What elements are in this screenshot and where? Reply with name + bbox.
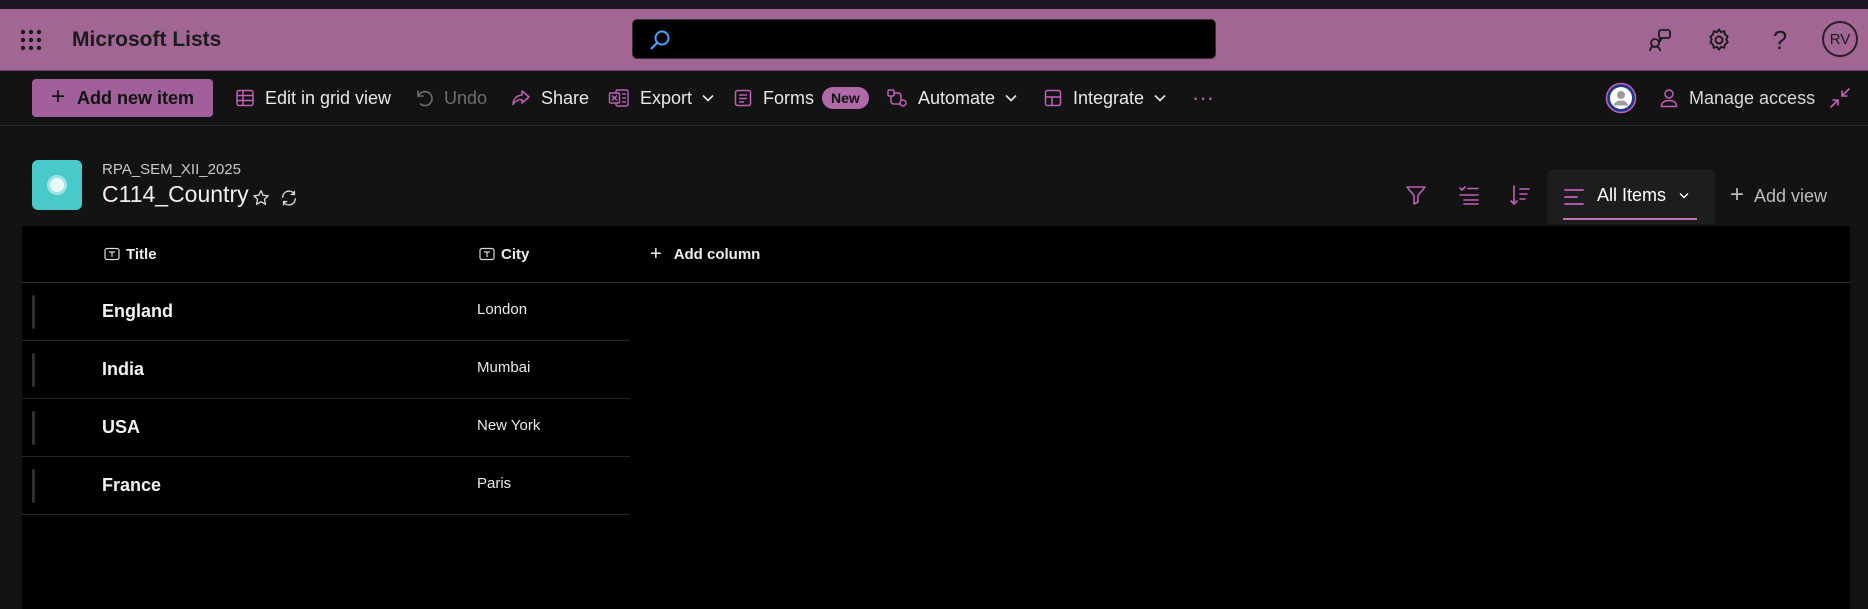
chevron-down-icon [1005,94,1017,102]
plus-icon: + [50,83,65,110]
integrate-icon [1043,88,1063,108]
table-row[interactable]: India Mumbai [22,341,630,399]
text-field-icon [104,247,120,261]
text-field-icon [479,247,495,261]
undo-button[interactable]: Undo [414,71,487,125]
person-icon [1659,88,1679,108]
chevron-down-icon [1679,192,1689,199]
filter-icon[interactable] [1405,184,1427,206]
plus-icon: + [650,242,662,265]
suite-header: Microsoft Lists ? RV [0,9,1868,71]
table-row[interactable]: USA New York [22,399,630,457]
new-badge: New [822,87,869,109]
window-top-strip [0,0,1868,9]
column-header-city[interactable]: City [479,226,529,282]
row-select-handle[interactable] [32,411,35,445]
list-icon [32,160,82,210]
add-column-button[interactable]: + Add column [650,226,760,282]
row-select-handle[interactable] [32,295,35,329]
active-view-indicator [1563,218,1697,220]
row-select-handle[interactable] [32,469,35,503]
list-grid: Title City + Add column England London I… [22,226,1850,609]
command-bar: + Add new item Edit in grid view Undo Sh… [0,71,1868,126]
feedback-icon[interactable] [1647,27,1673,53]
help-icon[interactable]: ? [1767,27,1793,53]
row-select-handle[interactable] [32,353,35,387]
search-icon [649,29,671,51]
list-view-icon [1563,186,1585,208]
table-row[interactable]: France Paris [22,457,630,515]
cell-city[interactable]: Mumbai [477,359,530,376]
add-new-item-button[interactable]: + Add new item [32,79,213,117]
grid-icon [235,88,255,108]
more-options-button[interactable]: ··· [1192,71,1214,125]
plus-icon: + [1730,181,1745,208]
export-button[interactable]: Export [608,71,714,125]
search-box[interactable] [632,19,1216,59]
cell-title[interactable]: India [102,359,144,380]
star-icon[interactable] [252,189,270,207]
manage-access-button[interactable]: Manage access [1659,71,1815,125]
undo-icon [414,88,434,108]
app-launcher-icon[interactable] [19,28,43,52]
group-by-icon[interactable] [1458,184,1480,206]
cell-city[interactable]: Paris [477,475,511,492]
chevron-down-icon [702,94,714,102]
cell-city[interactable]: New York [477,417,540,434]
add-view-button[interactable]: + Add view [1730,181,1827,209]
view-switcher-all-items[interactable]: All Items [1547,170,1715,224]
excel-icon [608,88,630,108]
cell-title[interactable]: France [102,475,161,496]
share-icon [511,88,531,108]
sync-icon[interactable] [280,189,298,207]
app-name[interactable]: Microsoft Lists [72,28,221,52]
automate-icon [886,88,908,108]
site-name[interactable]: RPA_SEM_XII_2025 [102,161,241,178]
forms-icon [733,88,753,108]
gear-icon[interactable] [1706,27,1732,53]
integrate-button[interactable]: Integrate [1043,71,1166,125]
list-title[interactable]: C114_Country [102,181,249,208]
cell-title[interactable]: USA [102,417,140,438]
column-header-row: Title City + Add column [22,226,1850,283]
cell-title[interactable]: England [102,301,173,322]
user-avatar[interactable]: RV [1822,21,1858,57]
table-row[interactable]: England London [22,283,630,341]
cell-city[interactable]: London [477,301,527,318]
forms-button[interactable]: Forms New [733,71,869,125]
sort-icon[interactable] [1509,184,1531,206]
search-input[interactable] [685,26,1209,54]
automate-button[interactable]: Automate [886,71,1017,125]
collapse-icon[interactable] [1829,71,1851,125]
site-avatar[interactable] [1605,71,1637,125]
chevron-down-icon [1154,94,1166,102]
edit-grid-view-button[interactable]: Edit in grid view [235,71,391,125]
share-button[interactable]: Share [511,71,589,125]
column-header-title[interactable]: Title [104,226,157,282]
